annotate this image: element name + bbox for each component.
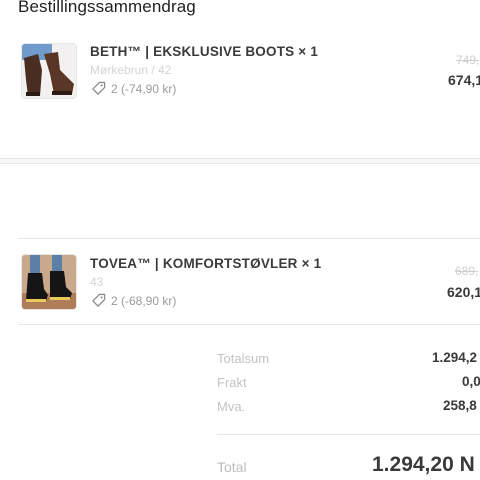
- product-variant: Mørkebrun / 42: [90, 63, 172, 77]
- section-divider: [0, 158, 480, 164]
- subtotal-label: Totalsum: [217, 351, 270, 366]
- product-thumbnail-tovea: [21, 254, 77, 310]
- divider: [217, 434, 480, 435]
- total-label: Total: [217, 459, 247, 475]
- tag-icon: [91, 81, 106, 96]
- discount-text: 2 (-68,90 kr): [111, 293, 177, 308]
- product-name: BETH™ | EKSKLUSIVE BOOTS × 1: [90, 44, 319, 59]
- original-price: 749,: [456, 53, 480, 67]
- tax-label: Mva.: [217, 399, 246, 414]
- product-price: 620,1: [447, 284, 480, 300]
- product-name: TOVEA™ | KOMFORTSTØVLER × 1: [90, 256, 322, 271]
- product-variant: 43: [90, 275, 104, 289]
- divider: [18, 324, 480, 325]
- tag-icon: [91, 293, 106, 308]
- product-price: 674,1: [448, 72, 480, 88]
- shipping-value: 0,0: [462, 374, 480, 389]
- subtotal-value: 1.294,2: [432, 350, 478, 365]
- discount-info: 2 (-68,90 kr): [91, 293, 176, 308]
- original-price: 689,: [455, 264, 479, 278]
- discount-info: 2 (-74,90 kr): [91, 81, 176, 96]
- product-thumbnail-beth: [21, 43, 77, 99]
- tax-value: 258,8: [443, 398, 477, 413]
- page-title: Bestillingssammendrag: [18, 0, 196, 16]
- total-value: 1.294,20 N: [372, 453, 475, 476]
- discount-text: 2 (-74,90 kr): [111, 81, 177, 96]
- divider: [18, 238, 480, 239]
- shipping-label: Frakt: [217, 375, 247, 390]
